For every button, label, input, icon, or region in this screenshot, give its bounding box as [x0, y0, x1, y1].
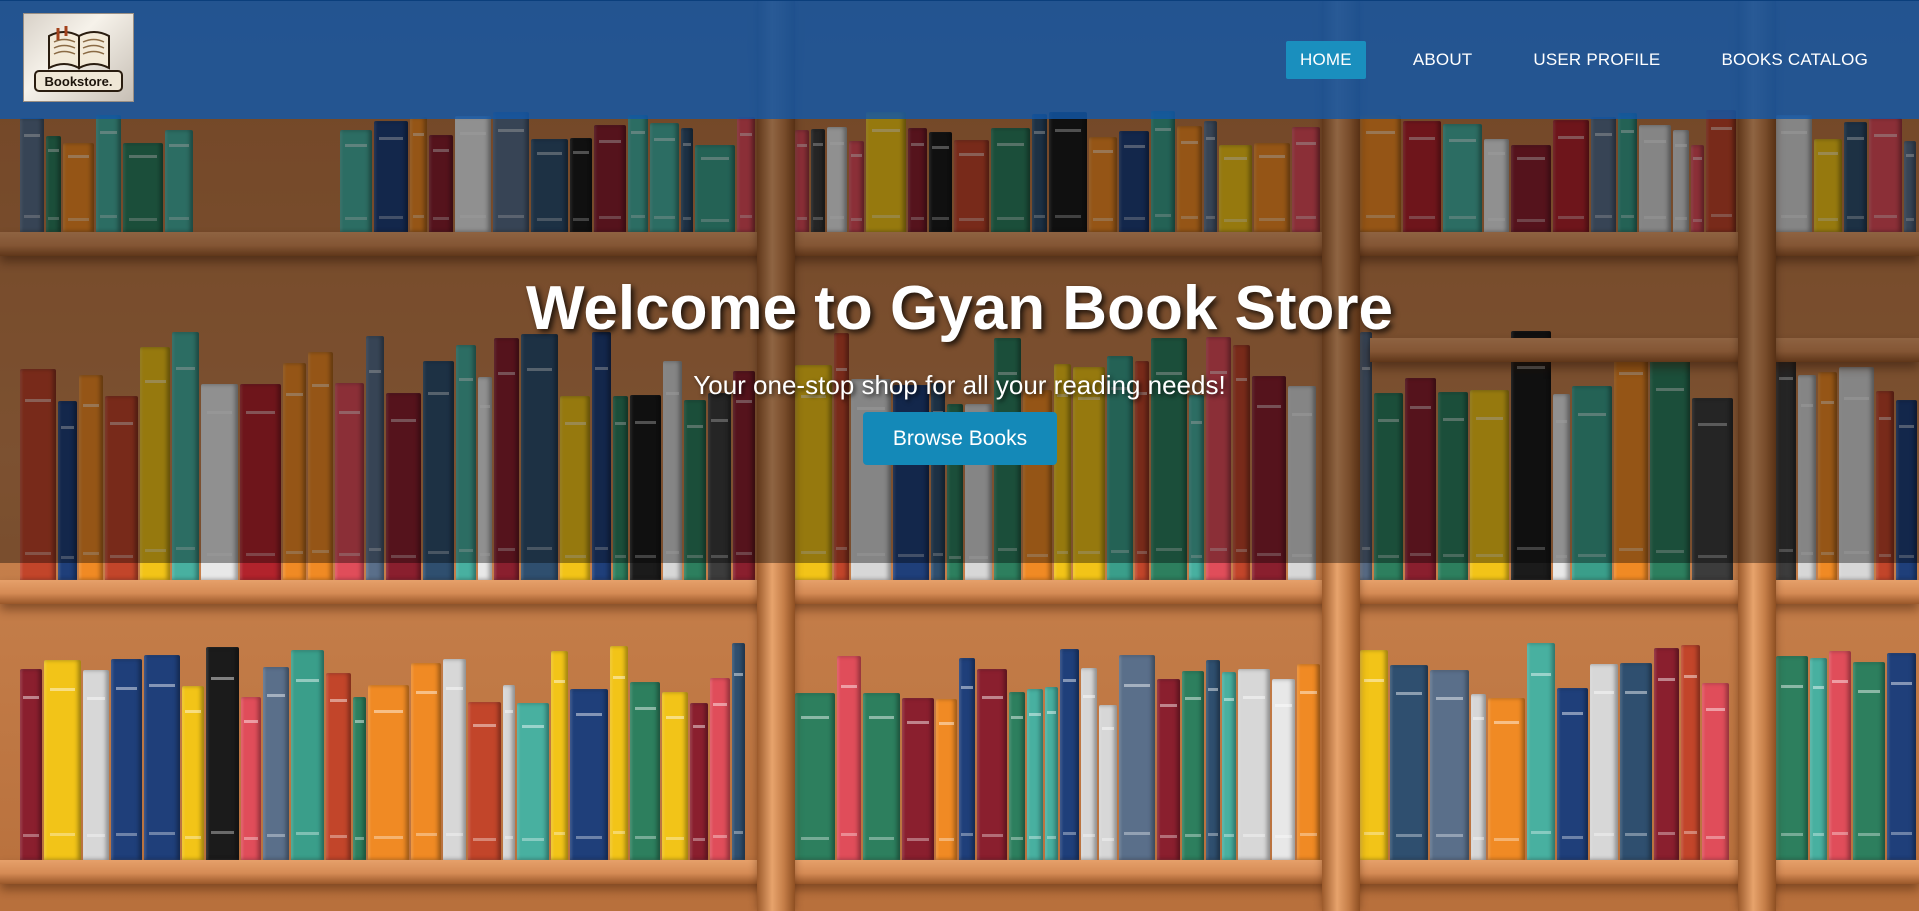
book-spine: [1182, 671, 1204, 860]
hero-subtitle: Your one-stop shop for all your reading …: [693, 370, 1226, 400]
book-spine: [1222, 672, 1236, 860]
book-spine: [732, 643, 745, 860]
book-spine: [1681, 645, 1700, 860]
book-spine: [1471, 694, 1486, 860]
book-spine: [710, 678, 730, 860]
site-header: Bookstore. HOME ABOUT USER PROFILE BOOKS…: [0, 0, 1919, 119]
book-spine: [630, 682, 660, 860]
book-spine: [1157, 679, 1180, 860]
book-spine: [182, 686, 204, 860]
book-spine: [144, 655, 180, 860]
book-spine: [1829, 651, 1851, 860]
book-spine: [1590, 664, 1618, 860]
book-spine: [662, 692, 688, 860]
book-spine: [863, 693, 900, 860]
book-spine: [44, 660, 81, 860]
book-spine: [1557, 688, 1588, 860]
hero-title: Welcome to Gyan Book Store: [525, 274, 1394, 343]
book-spine: [1488, 698, 1525, 860]
nav-user-profile[interactable]: USER PROFILE: [1519, 41, 1674, 79]
book-spine: [1620, 663, 1652, 860]
book-spine: [1119, 655, 1155, 860]
book-spine: [368, 685, 409, 860]
book-spine: [936, 699, 957, 860]
shelf-plank: [0, 580, 1919, 604]
book-spine: [1297, 664, 1320, 860]
open-book-icon: [48, 26, 110, 70]
book-spine: [1776, 656, 1808, 860]
book-spine: [1527, 643, 1555, 860]
book-spine: [503, 685, 515, 860]
nav-about[interactable]: ABOUT: [1399, 41, 1487, 79]
shelf-plank: [0, 860, 1919, 884]
book-spine: [795, 693, 835, 860]
book-spine: [353, 697, 366, 860]
book-spine: [610, 646, 628, 860]
book-spine: [83, 670, 109, 860]
book-row-bottom: [0, 640, 1919, 860]
book-spine: [1272, 679, 1295, 860]
book-spine: [517, 703, 549, 860]
book-spine: [570, 689, 608, 860]
book-spine: [443, 659, 466, 860]
book-spine: [959, 658, 975, 860]
book-spine: [977, 669, 1007, 860]
book-spine: [1702, 683, 1729, 860]
book-spine: [690, 703, 708, 860]
book-spine: [411, 663, 441, 860]
book-spine: [1009, 692, 1025, 860]
browse-books-button[interactable]: Browse Books: [863, 412, 1057, 465]
book-spine: [1810, 658, 1827, 860]
book-spine: [1045, 687, 1058, 860]
nav-home[interactable]: HOME: [1286, 41, 1366, 79]
book-spine: [1060, 649, 1079, 860]
book-spine: [111, 659, 142, 860]
book-spine: [1081, 668, 1097, 860]
bookstore-logo[interactable]: Bookstore.: [23, 13, 134, 102]
main-nav: HOME ABOUT USER PROFILE BOOKS CATALOG: [1286, 41, 1919, 79]
book-spine: [326, 673, 351, 860]
book-spine: [291, 650, 324, 860]
book-spine: [551, 651, 568, 860]
nav-books-catalog[interactable]: BOOKS CATALOG: [1707, 41, 1882, 79]
book-spine: [20, 669, 42, 860]
book-spine: [241, 697, 261, 860]
book-spine: [837, 656, 861, 860]
book-spine: [902, 698, 934, 860]
logo-text: Bookstore.: [34, 70, 123, 92]
book-spine: [1390, 665, 1428, 860]
book-spine: [1360, 650, 1388, 860]
book-spine: [468, 702, 501, 860]
book-spine: [1853, 662, 1885, 860]
book-spine: [206, 647, 239, 860]
book-spine: [1238, 669, 1270, 860]
book-spine: [1206, 660, 1220, 860]
book-spine: [1887, 653, 1916, 860]
book-spine: [1099, 705, 1117, 860]
book-spine: [1430, 670, 1469, 860]
book-spine: [263, 667, 289, 860]
book-spine: [1654, 648, 1679, 860]
book-spine: [1027, 689, 1043, 860]
